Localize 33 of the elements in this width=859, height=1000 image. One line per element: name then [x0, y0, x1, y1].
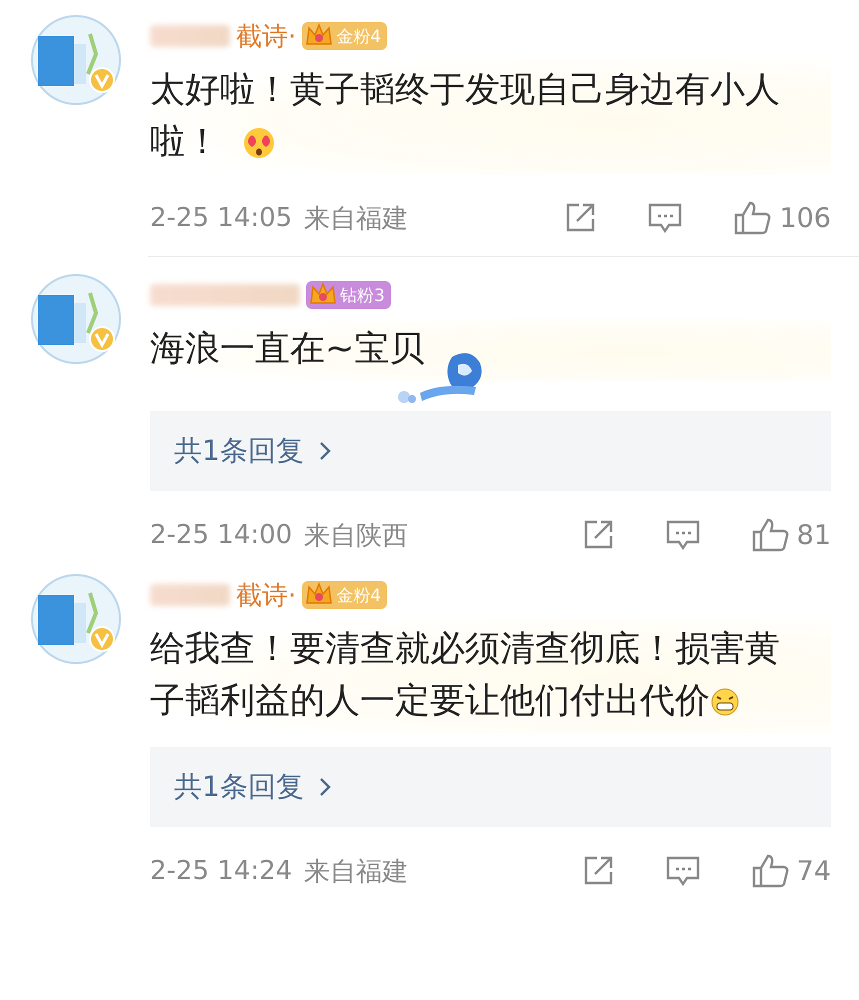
comment-location: 来自陕西 [304, 520, 408, 552]
comment-time: 2-25 14:00 [150, 520, 292, 550]
like-button[interactable]: 106 [733, 200, 831, 236]
avatar[interactable] [30, 573, 122, 665]
comment-button[interactable] [647, 201, 684, 235]
comment-text: 海浪一直在~宝贝 [150, 317, 831, 381]
comment-location: 来自福建 [304, 856, 408, 888]
thumbs-up-icon [733, 200, 772, 236]
avatar[interactable] [30, 14, 122, 106]
chevron-right-icon [318, 776, 332, 798]
fan-badge: 钻粉3 [306, 281, 391, 309]
comment-text: 太好啦！黄子韬终于发现自己身边有小人啦！ [150, 58, 831, 174]
like-button[interactable]: 74 [750, 853, 831, 889]
comment-icon [664, 854, 701, 888]
username[interactable]: 截诗· [236, 18, 296, 54]
comment-time: 2-25 14:24 [150, 856, 292, 886]
username[interactable]: 截诗· [236, 578, 296, 612]
fan-badge: 金粉4 [302, 581, 388, 609]
comment-button[interactable] [664, 518, 701, 552]
like-button[interactable]: 81 [750, 517, 831, 553]
fan-badge: 金粉4 [302, 22, 388, 50]
comment-button[interactable] [664, 854, 701, 888]
chevron-right-icon [318, 440, 332, 462]
thumbs-up-icon [750, 853, 789, 889]
replies-link[interactable]: 共1条回复 [150, 411, 831, 491]
comment-icon [647, 201, 684, 235]
replies-link[interactable]: 共1条回复 [150, 747, 831, 827]
comment-text: 给我查！要清查就必须清查彻底！损害黄子韬利益的人一定要让他们付出代价 [150, 617, 831, 733]
comment-location: 来自福建 [304, 202, 408, 236]
comment-icon [664, 518, 701, 552]
thumbs-up-icon [750, 517, 789, 553]
avatar[interactable] [30, 273, 122, 365]
comment-time: 2-25 14:05 [150, 203, 292, 233]
